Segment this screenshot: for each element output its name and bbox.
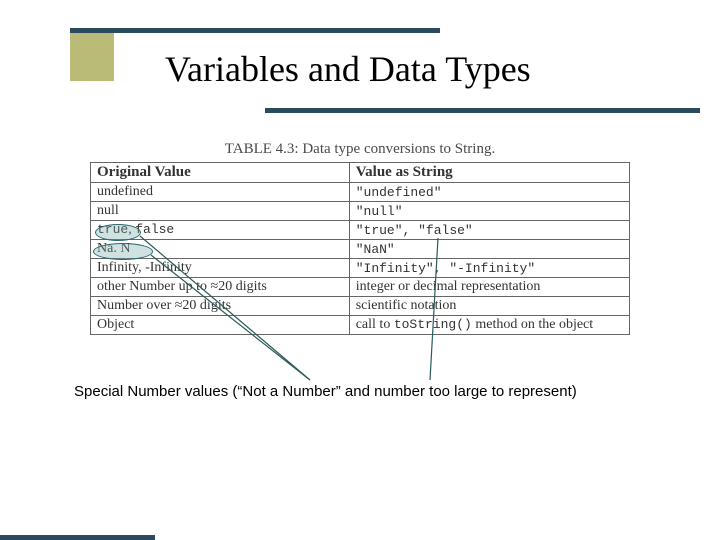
cell-original: Number over ≈20 digits bbox=[91, 297, 350, 316]
cell-string: "Infinity", "-Infinity" bbox=[349, 259, 629, 278]
mid-horizontal-rule bbox=[265, 108, 700, 113]
table-row: Na. N "NaN" bbox=[91, 240, 630, 259]
callout-oval-nan bbox=[95, 224, 141, 241]
table-caption: TABLE 4.3: Data type conversions to Stri… bbox=[0, 141, 720, 158]
table-row: Object call to toString() method on the … bbox=[91, 316, 630, 335]
data-type-table: Original Value Value as String undefined… bbox=[90, 162, 630, 335]
cell-fragment: -Infinity bbox=[145, 260, 192, 275]
cell-original: other Number up to ≈20 digits bbox=[91, 278, 350, 297]
table-header-row: Original Value Value as String bbox=[91, 163, 630, 183]
olive-accent-square bbox=[70, 33, 114, 81]
cell-string: "true", "false" bbox=[349, 221, 629, 240]
cell-fragment: toString() bbox=[394, 317, 472, 332]
cell-fragment: Infinity bbox=[97, 260, 138, 275]
cell-original: null bbox=[91, 202, 350, 221]
cell-fragment: false bbox=[135, 222, 174, 237]
table-row: undefined "undefined" bbox=[91, 183, 630, 202]
table-header-col1: Original Value bbox=[91, 163, 350, 183]
table-row: true, false "true", "false" bbox=[91, 221, 630, 240]
cell-original: undefined bbox=[91, 183, 350, 202]
annotation-text: Special Number values (“Not a Number” an… bbox=[74, 383, 577, 400]
callout-oval-infinity bbox=[93, 243, 153, 260]
table-row: other Number up to ≈20 digits integer or… bbox=[91, 278, 630, 297]
cell-string: call to toString() method on the object bbox=[349, 316, 629, 335]
top-horizontal-rule bbox=[70, 28, 440, 33]
cell-string: "undefined" bbox=[349, 183, 629, 202]
cell-string: "null" bbox=[349, 202, 629, 221]
cell-original: Infinity, -Infinity bbox=[91, 259, 350, 278]
slide-title: Variables and Data Types bbox=[165, 48, 531, 90]
cell-string: integer or decimal representation bbox=[349, 278, 629, 297]
cell-string: scientific notation bbox=[349, 297, 629, 316]
cell-fragment: method on the object bbox=[472, 317, 593, 332]
table-row: Infinity, -Infinity "Infinity", "-Infini… bbox=[91, 259, 630, 278]
table-header-col2: Value as String bbox=[349, 163, 629, 183]
table-row: null "null" bbox=[91, 202, 630, 221]
bottom-horizontal-rule bbox=[0, 535, 155, 540]
table-row: Number over ≈20 digits scientific notati… bbox=[91, 297, 630, 316]
cell-fragment: call to bbox=[356, 317, 394, 332]
cell-string: "NaN" bbox=[349, 240, 629, 259]
cell-original: Object bbox=[91, 316, 350, 335]
